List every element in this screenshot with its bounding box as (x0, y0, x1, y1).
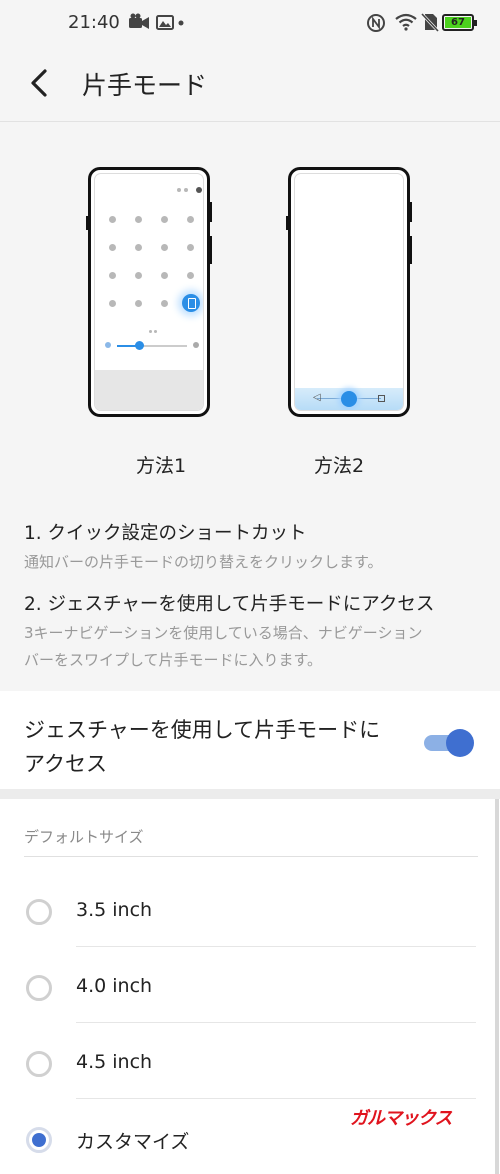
divider (24, 856, 478, 857)
instruction-2-desc-line2: バーをスワイプして片手モードに入ります。 (24, 651, 323, 669)
navigation-bar-illustration: ◁ (295, 388, 403, 410)
size-option-4-0[interactable]: 4.0 inch (0, 947, 500, 1023)
no-sim-icon (421, 12, 439, 32)
size-option-3-5[interactable]: 3.5 inch (0, 871, 500, 947)
video-camera-icon (129, 13, 149, 29)
gesture-toggle-switch[interactable] (424, 729, 474, 757)
dot-icon (178, 20, 184, 26)
watermark-logo: ガルマックス (350, 1108, 452, 1129)
illustration-area: 方法1 ◁ 方法2 (0, 123, 500, 493)
method2-label: 方法2 (314, 455, 365, 477)
status-bar: 21:40 67 (0, 0, 500, 44)
size-option-label: 4.0 inch (76, 975, 153, 997)
wifi-icon (395, 13, 417, 31)
instruction-2-desc-line1: 3キーナビゲーションを使用している場合、ナビゲーション (24, 624, 423, 642)
size-option-label: カスタマイズ (76, 1131, 190, 1153)
gesture-toggle-label: ジェスチャーを使用して片手モードにアクセス (24, 718, 381, 776)
radio-button-selected[interactable] (26, 1127, 52, 1153)
size-option-label: 3.5 inch (76, 899, 153, 921)
gesture-toggle-row[interactable]: ジェスチャーを使用して片手モードにアクセス (0, 691, 500, 799)
method2-phone-illustration: ◁ (286, 167, 412, 417)
nfc-icon (367, 14, 385, 32)
instructions: 1. クイック設定のショートカット 通知バーの片手モードの切り替えをクリックしま… (0, 493, 500, 691)
image-icon (156, 15, 174, 30)
one-handed-mode-tile-icon (182, 294, 200, 312)
instruction-1-title: 1. クイック設定のショートカット (24, 523, 307, 544)
method1-label: 方法1 (136, 455, 187, 477)
instruction-2-title: 2. ジェスチャーを使用して片手モードにアクセス (24, 594, 435, 615)
size-option-label: 4.5 inch (76, 1051, 153, 1073)
status-time: 21:40 (68, 12, 120, 33)
chevron-left-icon[interactable] (24, 66, 56, 100)
battery-icon: 67 (442, 14, 477, 31)
radio-button[interactable] (26, 899, 52, 925)
instruction-1-desc: 通知バーの片手モードの切り替えをクリックします。 (24, 553, 383, 571)
scrollbar[interactable] (495, 799, 499, 1174)
app-bar: 片手モード (0, 44, 500, 122)
section-title: デフォルトサイズ (24, 828, 144, 846)
page-title: 片手モード (82, 71, 208, 100)
radio-button[interactable] (26, 975, 52, 1001)
radio-button[interactable] (26, 1051, 52, 1077)
size-option-4-5[interactable]: 4.5 inch (0, 1023, 500, 1099)
battery-level: 67 (451, 17, 465, 28)
method1-phone-illustration (86, 167, 212, 417)
